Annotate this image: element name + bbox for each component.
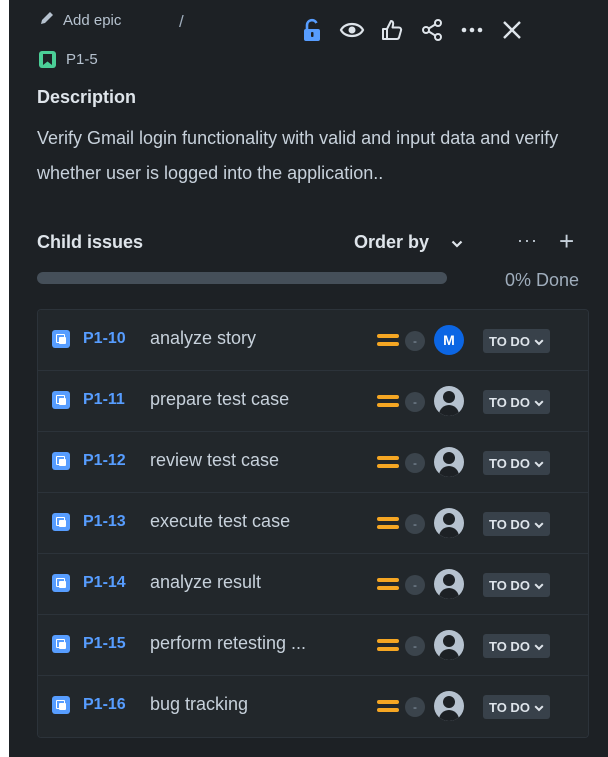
subtask-icon bbox=[52, 330, 70, 348]
child-issues-progress-bar bbox=[37, 272, 447, 284]
issue-actions bbox=[292, 12, 532, 48]
chevron-down-icon bbox=[534, 395, 544, 410]
subtask-icon bbox=[52, 696, 70, 714]
description-heading: Description bbox=[37, 87, 137, 107]
unassigned-avatar-icon[interactable] bbox=[434, 447, 464, 477]
estimate-badge[interactable]: - bbox=[405, 514, 425, 534]
estimate-badge[interactable]: - bbox=[405, 453, 425, 473]
child-issue-key[interactable]: P1-16 bbox=[83, 696, 126, 714]
order-by-label: Order by bbox=[354, 232, 430, 252]
issue-key-link[interactable]: P1-5 bbox=[39, 51, 98, 68]
issue-key: P1-5 bbox=[66, 51, 98, 68]
subtask-icon bbox=[52, 452, 70, 470]
child-issue-summary[interactable]: analyze story bbox=[150, 328, 256, 349]
priority-medium-icon bbox=[377, 699, 399, 713]
priority-medium-icon bbox=[377, 516, 399, 530]
child-issue-row[interactable]: P1-15 perform retesting ... - TO DO bbox=[38, 615, 588, 676]
more-icon[interactable] bbox=[452, 12, 492, 48]
progress-label: 0% Done bbox=[504, 270, 579, 290]
child-issues-more-button[interactable]: ··· bbox=[517, 230, 538, 251]
unassigned-avatar-icon[interactable] bbox=[434, 630, 464, 660]
watch-icon[interactable] bbox=[332, 12, 372, 48]
story-icon bbox=[39, 51, 56, 68]
unassigned-avatar-icon[interactable] bbox=[434, 691, 464, 721]
status-dropdown[interactable]: TO DO bbox=[483, 451, 550, 475]
unassigned-avatar-icon[interactable] bbox=[434, 386, 464, 416]
priority-medium-icon bbox=[377, 333, 399, 347]
status-label: TO DO bbox=[489, 394, 530, 410]
add-child-issue-button[interactable]: + bbox=[559, 226, 574, 257]
issue-detail-panel: Add epic / P1-5 Description Verify Gmail… bbox=[9, 0, 608, 757]
unassigned-avatar-icon[interactable] bbox=[434, 569, 464, 599]
subtask-icon bbox=[52, 391, 70, 409]
status-dropdown[interactable]: TO DO bbox=[483, 512, 550, 536]
status-label: TO DO bbox=[489, 333, 530, 349]
priority-medium-icon bbox=[377, 455, 399, 469]
child-issue-summary[interactable]: review test case bbox=[150, 450, 279, 471]
child-issue-summary[interactable]: analyze result bbox=[150, 572, 261, 593]
status-label: TO DO bbox=[489, 455, 530, 471]
child-issue-key[interactable]: P1-10 bbox=[83, 330, 126, 348]
description-text[interactable]: Verify Gmail login functionality with va… bbox=[37, 121, 597, 191]
estimate-badge[interactable]: - bbox=[405, 697, 425, 717]
estimate-badge[interactable]: - bbox=[405, 392, 425, 412]
chevron-down-icon bbox=[534, 578, 544, 593]
status-dropdown[interactable]: TO DO bbox=[483, 390, 550, 414]
priority-medium-icon bbox=[377, 638, 399, 652]
child-issue-row[interactable]: P1-13 execute test case - TO DO bbox=[38, 493, 588, 554]
child-issue-row[interactable]: P1-11 prepare test case - TO DO bbox=[38, 371, 588, 432]
status-dropdown[interactable]: TO DO bbox=[483, 695, 550, 719]
close-icon[interactable] bbox=[492, 12, 532, 48]
child-issue-summary[interactable]: bug tracking bbox=[150, 694, 248, 715]
status-dropdown[interactable]: TO DO bbox=[483, 329, 550, 353]
order-by-button[interactable]: Order by bbox=[354, 232, 463, 253]
child-issue-row[interactable]: P1-10 analyze story - M TO DO bbox=[38, 310, 588, 371]
child-issue-summary[interactable]: perform retesting ... bbox=[150, 633, 306, 654]
estimate-badge[interactable]: - bbox=[405, 575, 425, 595]
child-issues-heading: Child issues bbox=[37, 232, 144, 252]
subtask-icon bbox=[52, 513, 70, 531]
subtask-icon bbox=[52, 574, 70, 592]
child-issue-key[interactable]: P1-13 bbox=[83, 513, 126, 531]
status-dropdown[interactable]: TO DO bbox=[483, 634, 550, 658]
status-label: TO DO bbox=[489, 516, 530, 532]
chevron-down-icon bbox=[534, 456, 544, 471]
priority-medium-icon bbox=[377, 577, 399, 591]
status-label: TO DO bbox=[489, 699, 530, 715]
share-icon[interactable] bbox=[412, 12, 452, 48]
child-issue-row[interactable]: P1-12 review test case - TO DO bbox=[38, 432, 588, 493]
child-issue-row[interactable]: P1-16 bug tracking - TO DO bbox=[38, 676, 588, 737]
add-epic-link[interactable]: Add epic bbox=[39, 10, 121, 30]
assignee-avatar[interactable]: M bbox=[434, 325, 464, 355]
subtask-icon bbox=[52, 635, 70, 653]
chevron-down-icon bbox=[534, 334, 544, 349]
estimate-badge[interactable]: - bbox=[405, 331, 425, 351]
like-icon[interactable] bbox=[372, 12, 412, 48]
priority-medium-icon bbox=[377, 394, 399, 408]
child-issue-summary[interactable]: prepare test case bbox=[150, 389, 289, 410]
chevron-down-icon bbox=[534, 517, 544, 532]
issue-header: Add epic / P1-5 bbox=[9, 0, 608, 78]
estimate-badge[interactable]: - bbox=[405, 636, 425, 656]
status-label: TO DO bbox=[489, 638, 530, 654]
child-issues-header: Child issues Order by ··· + bbox=[37, 226, 589, 260]
status-dropdown[interactable]: TO DO bbox=[483, 573, 550, 597]
chevron-down-icon bbox=[534, 700, 544, 715]
add-epic-label: Add epic bbox=[63, 11, 122, 29]
child-issue-row[interactable]: P1-14 analyze result - TO DO bbox=[38, 554, 588, 615]
unassigned-avatar-icon[interactable] bbox=[434, 508, 464, 538]
child-issue-key[interactable]: P1-14 bbox=[83, 574, 126, 592]
child-issue-key[interactable]: P1-15 bbox=[83, 635, 126, 653]
child-issue-key[interactable]: P1-11 bbox=[83, 391, 125, 409]
status-label: TO DO bbox=[489, 577, 530, 593]
chevron-down-icon bbox=[534, 639, 544, 654]
unlock-icon[interactable] bbox=[292, 12, 332, 48]
breadcrumb-separator: / bbox=[179, 12, 184, 31]
chevron-down-icon bbox=[451, 232, 463, 253]
pencil-icon bbox=[39, 10, 55, 30]
child-issues-list: P1-10 analyze story - M TO DO P1-11 prep… bbox=[37, 309, 589, 738]
child-issue-key[interactable]: P1-12 bbox=[83, 452, 126, 470]
child-issue-summary[interactable]: execute test case bbox=[150, 511, 290, 532]
